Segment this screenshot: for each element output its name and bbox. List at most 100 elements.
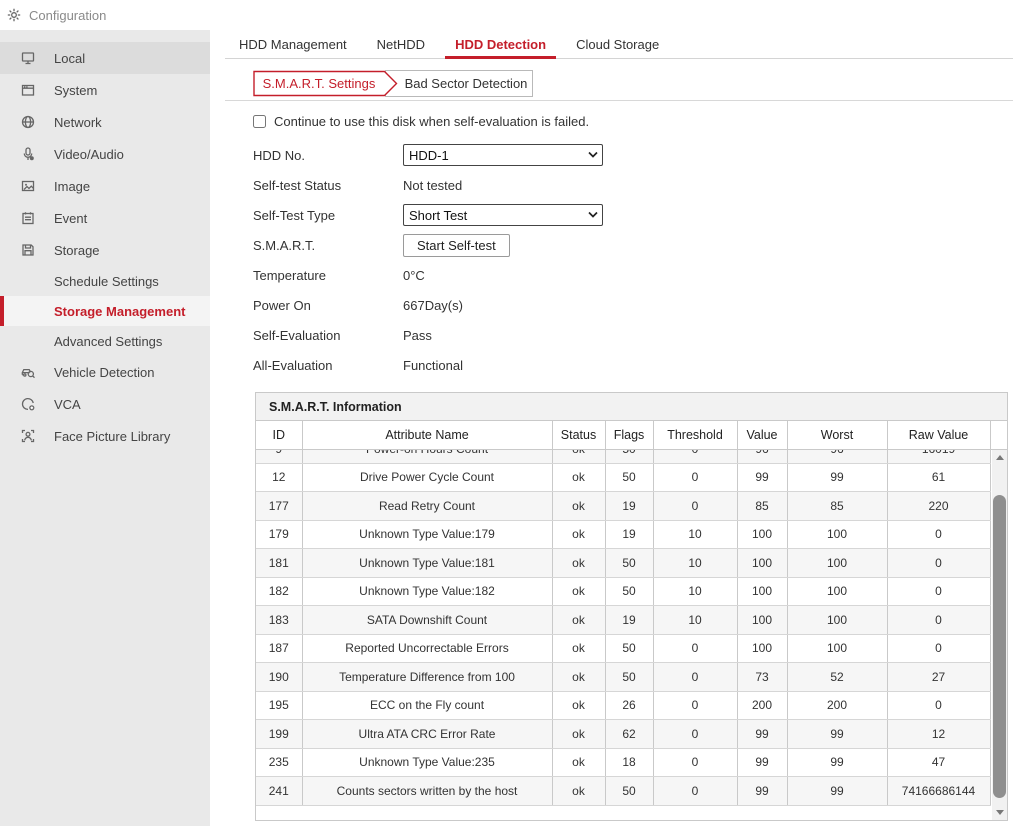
self-test-type-select[interactable]: Short Test: [403, 204, 603, 226]
cell: 10: [653, 577, 737, 606]
cell: 85: [737, 492, 787, 521]
sidebar-item-label: Network: [54, 115, 102, 130]
smart-information-title: S.M.A.R.T. Information: [256, 393, 1007, 421]
cell: 0: [887, 549, 990, 578]
column-header-spacer: [990, 421, 1007, 449]
cell: ok: [552, 634, 605, 663]
sidebar-item-advanced-settings[interactable]: Advanced Settings: [0, 326, 210, 356]
subtab-smart-settings[interactable]: S.M.A.R.T. Settings: [253, 70, 398, 97]
all-evaluation-label: All-Evaluation: [253, 358, 403, 373]
cell: 100: [737, 577, 787, 606]
cell: Unknown Type Value:181: [302, 549, 552, 578]
sidebar: LocalSystemNetworkVideo/AudioImageEventS…: [0, 30, 210, 826]
hdd-no-select[interactable]: HDD-1: [403, 144, 603, 166]
microphone-icon: [20, 146, 36, 162]
tab-cloud-storage[interactable]: Cloud Storage: [574, 33, 661, 57]
table-row: 187Reported Uncorrectable Errorsok500100…: [256, 634, 990, 663]
self-test-type-select-wrap: Short Test: [403, 204, 603, 226]
cell: 0: [887, 577, 990, 606]
triangle-down-icon: [996, 810, 1004, 815]
cell: 183: [256, 606, 302, 635]
sidebar-item-image[interactable]: Image: [0, 170, 210, 202]
cell: 73: [737, 663, 787, 692]
sidebar-item-network[interactable]: Network: [0, 106, 210, 138]
self-test-type-label: Self-Test Type: [253, 208, 403, 223]
cell: 100: [787, 520, 887, 549]
cell: 235: [256, 748, 302, 777]
cell: 100: [737, 634, 787, 663]
tab-hdd-detection[interactable]: HDD Detection: [453, 33, 548, 57]
sidebar-item-local[interactable]: Local: [0, 42, 210, 74]
smart-table-body-viewport: 9Power-on Hours Countok50096961601912Dri…: [256, 450, 1007, 820]
cell: 100: [737, 549, 787, 578]
cell: Unknown Type Value:235: [302, 748, 552, 777]
subtab-label: S.M.A.R.T. Settings: [253, 70, 385, 97]
sidebar-item-vca[interactable]: VCA: [0, 388, 210, 420]
sidebar-item-video-audio[interactable]: Video/Audio: [0, 138, 210, 170]
column-header-value: Value: [737, 421, 787, 449]
column-header-worst: Worst: [787, 421, 887, 449]
tab-hdd-management[interactable]: HDD Management: [237, 33, 349, 57]
cell: ok: [552, 520, 605, 549]
cell: 100: [787, 606, 887, 635]
tab-nethdd[interactable]: NetHDD: [375, 33, 427, 57]
cell: 0: [653, 748, 737, 777]
column-header-threshold: Threshold: [653, 421, 737, 449]
cell: Counts sectors written by the host: [302, 777, 552, 806]
cell: 190: [256, 663, 302, 692]
cell: 27: [887, 663, 990, 692]
sidebar-item-system[interactable]: System: [0, 74, 210, 106]
cell: ok: [552, 748, 605, 777]
cell: 0: [887, 520, 990, 549]
subtab-bad-sector-detection[interactable]: Bad Sector Detection: [385, 70, 533, 97]
cell: 0: [653, 663, 737, 692]
cell: Read Retry Count: [302, 492, 552, 521]
triangle-up-icon: [996, 455, 1004, 460]
self-test-status-label: Self-test Status: [253, 178, 403, 193]
cell: 99: [737, 463, 787, 492]
power-on-value: 667Day(s): [403, 298, 463, 313]
cell: 0: [887, 634, 990, 663]
cell: 100: [787, 549, 887, 578]
form-row-all-evaluation: All-EvaluationFunctional: [253, 350, 713, 380]
floppy-icon: [20, 242, 36, 258]
cell: ok: [552, 549, 605, 578]
form-row-self-test-status: Self-test StatusNot tested: [253, 170, 713, 200]
smart-start-button[interactable]: Start Self-test: [403, 234, 510, 257]
sidebar-item-face-picture-library[interactable]: Face Picture Library: [0, 420, 210, 452]
sidebar-item-vehicle-detection[interactable]: Vehicle Detection: [0, 356, 210, 388]
table-row: 12Drive Power Cycle Countok500999961: [256, 463, 990, 492]
cell: 74166686144: [887, 777, 990, 806]
form-row-smart-start: S.M.A.R.T.Start Self-test: [253, 230, 713, 260]
column-header-status: Status: [552, 421, 605, 449]
sidebar-item-event[interactable]: Event: [0, 202, 210, 234]
hdd-no-label: HDD No.: [253, 148, 403, 163]
scroll-down-button[interactable]: [992, 805, 1007, 820]
form-row-hdd-no: HDD No.HDD-1: [253, 140, 713, 170]
sidebar-item-storage-management[interactable]: Storage Management: [0, 296, 210, 326]
cell: 181: [256, 549, 302, 578]
self-evaluation-checkbox-row: Continue to use this disk when self-eval…: [253, 114, 589, 129]
column-header-raw-value: Raw Value: [887, 421, 990, 449]
scrollbar-thumb[interactable]: [993, 495, 1006, 798]
smart-table: 9Power-on Hours Countok50096961601912Dri…: [256, 450, 991, 806]
column-header-id: ID: [256, 421, 302, 449]
cell: 99: [737, 748, 787, 777]
table-row: 9Power-on Hours Countok500969616019: [256, 450, 990, 464]
globe-icon: [20, 114, 36, 130]
continue-use-disk-checkbox[interactable]: [253, 115, 266, 128]
cell: Unknown Type Value:179: [302, 520, 552, 549]
table-scrollbar[interactable]: [992, 450, 1007, 820]
sidebar-item-label: VCA: [54, 397, 81, 412]
cell: 0: [653, 720, 737, 749]
scroll-up-button[interactable]: [992, 450, 1007, 465]
sidebar-item-schedule-settings[interactable]: Schedule Settings: [0, 266, 210, 296]
smart-start-label: S.M.A.R.T.: [253, 238, 403, 253]
cell: 12: [887, 720, 990, 749]
cell: 50: [605, 450, 653, 464]
sidebar-item-storage[interactable]: Storage: [0, 234, 210, 266]
form-row-self-evaluation: Self-EvaluationPass: [253, 320, 713, 350]
cell: 99: [787, 720, 887, 749]
monitor-icon: [20, 50, 36, 66]
cell: 50: [605, 549, 653, 578]
